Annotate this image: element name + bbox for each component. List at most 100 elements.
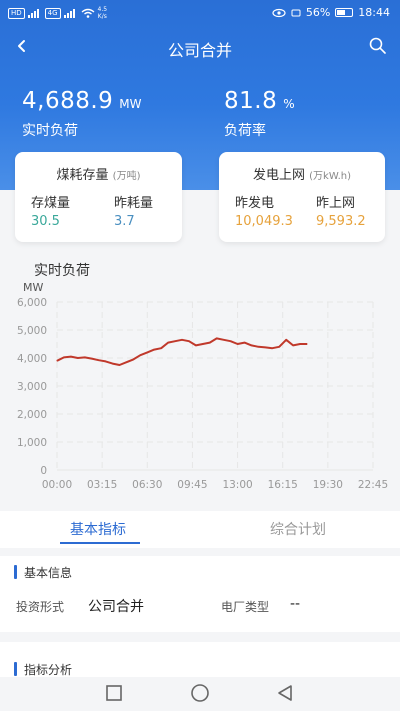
card-title-text: 发电上网: [252, 168, 305, 183]
status-right: 56% 18:44: [272, 6, 390, 19]
load-data-point: [84, 356, 86, 358]
network-badge: 4G: [44, 7, 61, 19]
x-tick-label: 09:45: [177, 479, 207, 491]
x-tick-label: 13:00: [222, 479, 252, 491]
load-data-point: [98, 359, 100, 361]
recents-icon[interactable]: [106, 685, 122, 701]
load-data-point: [271, 347, 273, 349]
tab-bar: 基本指标 综合计划: [0, 511, 400, 548]
home-icon[interactable]: [191, 684, 209, 702]
kpi-label: 负荷率: [224, 123, 266, 139]
load-data-point: [292, 344, 294, 346]
app-screen: HD 4G 4.5 K/s 56% 18:44 公司合并 4,688.9 MW …: [0, 0, 400, 711]
y-tick-label: 0: [40, 465, 47, 477]
kpi-realtime-load: 4,688.9 MW 实时负荷: [22, 88, 142, 140]
load-data-point: [195, 344, 197, 346]
load-series-line: [56, 337, 307, 366]
analysis-section: 指标分析: [0, 642, 400, 682]
eye-icon: [272, 8, 286, 17]
load-data-point: [299, 343, 301, 345]
kpi-load-rate: 81.8% 负荷率: [224, 88, 295, 140]
battery-percent: 56%: [305, 6, 331, 19]
kpi-unit: %: [283, 97, 295, 111]
load-data-point: [209, 342, 211, 344]
section-heading: 基本信息: [14, 564, 72, 581]
load-data-point: [146, 351, 148, 353]
load-data-point: [77, 357, 79, 359]
grid-value: 9,593.2: [316, 214, 366, 229]
tab-basic-indicators[interactable]: 基本指标: [70, 519, 126, 539]
coal-consumed-label: 昨耗量: [114, 196, 154, 211]
load-data-point: [306, 343, 308, 345]
load-data-point: [285, 339, 287, 341]
signal-icon-2: [63, 8, 75, 18]
signal-icon: [27, 8, 39, 18]
page-title: 公司合并: [167, 41, 232, 60]
wifi-icon: [81, 8, 94, 18]
x-tick-label: 16:15: [268, 479, 298, 491]
section-bar: [14, 565, 17, 579]
speed-unit: K/s: [97, 13, 107, 20]
battery-icon: [335, 8, 354, 17]
tab-comprehensive-plan[interactable]: 综合计划: [270, 519, 326, 539]
section-heading-text: 指标分析: [24, 663, 73, 677]
load-data-point: [160, 347, 162, 349]
x-tick-label: 22:45: [358, 479, 388, 491]
load-data-point: [118, 364, 121, 366]
nav-bar: 公司合并: [0, 30, 400, 64]
load-data-point: [181, 339, 183, 341]
load-data-point: [223, 339, 225, 341]
load-data-point: [125, 361, 128, 363]
card-unit: (万kW.h): [309, 171, 351, 182]
back-nav-icon[interactable]: [278, 685, 292, 701]
load-data-point: [56, 360, 58, 362]
system-nav-bar: [0, 677, 400, 711]
card-title: 煤耗存量 (万吨): [15, 164, 182, 183]
load-data-point: [202, 343, 204, 345]
kpi-unit: MW: [119, 97, 142, 111]
y-tick-label: 2,000: [17, 409, 47, 421]
y-tick-label: 5,000: [17, 325, 47, 337]
section-heading: 指标分析: [14, 661, 72, 678]
load-data-point: [153, 349, 155, 351]
search-icon[interactable]: [368, 36, 388, 56]
load-data-point: [167, 342, 169, 344]
status-left: HD 4G 4.5 K/s: [8, 6, 107, 20]
card-title: 发电上网 (万kW.h): [219, 164, 385, 183]
x-tick-label: 06:30: [132, 479, 162, 491]
y-tick-label: 1,000: [17, 437, 47, 449]
load-data-point: [188, 340, 190, 342]
speed-value: 4.5: [97, 6, 108, 13]
load-data-point: [112, 363, 114, 365]
load-data-point: [230, 340, 232, 342]
coal-consumed-value: 3.7: [114, 214, 135, 229]
kpi-label: 实时负荷: [22, 123, 78, 139]
realtime-load-chart: MW 0 1,000 2,000 3,000 4,000 5,000 6,000 00:00 03…: [17, 281, 388, 491]
coal-stock-value: 30.5: [31, 214, 60, 229]
gen-value: 10,049.3: [235, 214, 293, 229]
power-card[interactable]: 发电上网 (万kW.h) 昨发电 昨上网 10,049.3 9,593.2: [219, 152, 385, 242]
load-data-point: [63, 356, 65, 358]
load-data-point: [257, 346, 259, 348]
x-tick-label: 03:15: [87, 479, 117, 491]
coal-stock-label: 存煤量: [31, 196, 71, 211]
y-tick-label: 4,000: [17, 353, 47, 365]
coal-card[interactable]: 煤耗存量 (万吨) 存煤量 昨耗量 30.5 3.7: [15, 152, 182, 242]
y-axis-label: MW: [23, 281, 43, 294]
gen-label: 昨发电: [235, 196, 275, 211]
y-tick-label: 3,000: [17, 381, 47, 393]
load-data-point: [237, 343, 239, 345]
load-data-point: [278, 346, 280, 348]
load-data-point: [264, 346, 266, 348]
x-tick-label: 19:30: [313, 479, 343, 491]
section-bar: [14, 662, 17, 676]
status-bar: HD 4G 4.5 K/s 56% 18:44: [0, 0, 400, 26]
grid-label: 昨上网: [316, 196, 356, 211]
kpi-value: 81.8: [224, 88, 278, 114]
load-data-point: [174, 340, 176, 342]
basic-info-section: 基本信息 投资形式 公司合并 电厂类型 --: [0, 556, 400, 632]
load-data-point: [139, 354, 141, 356]
x-tick-label: 00:00: [42, 479, 72, 491]
plant-type-label: 电厂类型: [221, 600, 270, 614]
card-unit: (万吨): [112, 171, 141, 182]
